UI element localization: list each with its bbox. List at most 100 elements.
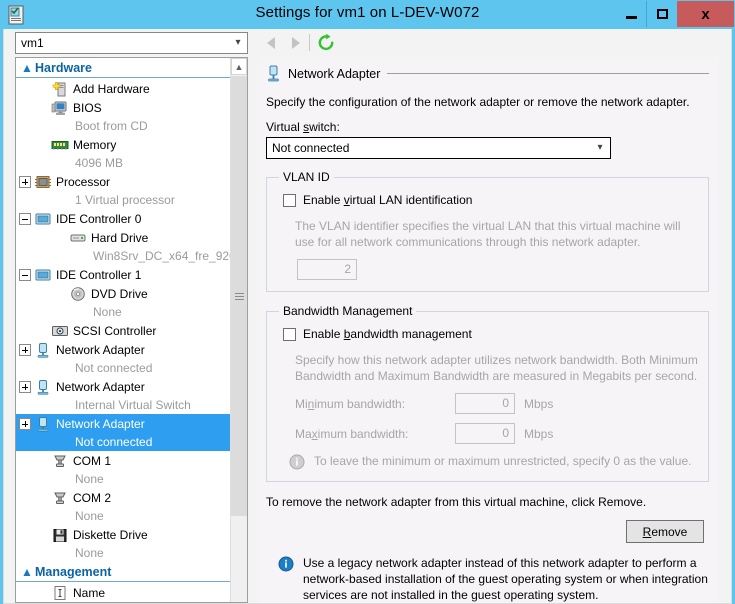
tree-node[interactable]: Processor1 Virtual processor	[16, 172, 230, 209]
dvd-drive-icon	[69, 286, 87, 302]
settings-window: Settings for vm1 on L-DEV-W072 x vm1 ▾	[0, 0, 735, 586]
tree-node-row[interactable]: IDE Controller 0	[16, 209, 230, 228]
legacy-adapter-note-row: Use a legacy network adapter instead of …	[278, 555, 709, 603]
tree-node[interactable]: IDE Controller 0	[16, 209, 230, 228]
tree-expander[interactable]	[19, 344, 31, 356]
close-icon: x	[701, 7, 709, 22]
chevron-right-icon	[292, 37, 300, 49]
tree-node[interactable]: IDE Controller 1	[16, 265, 230, 284]
tree-node-label: Name	[73, 586, 105, 600]
tree-node-row[interactable]: Network Adapter	[16, 340, 230, 359]
network-adapter-icon	[34, 416, 52, 432]
tree-node[interactable]: Hard DriveWin8Srv_DC_x64_fre_920...	[16, 228, 230, 265]
bandwidth-help-text: Specify how this network adapter utilize…	[295, 352, 698, 384]
tree-expander[interactable]	[19, 176, 31, 188]
tree-node[interactable]: Add Hardware	[16, 79, 230, 98]
tree-node[interactable]: Network AdapterNot connected	[16, 340, 230, 377]
tree-node-row[interactable]: BIOS	[16, 98, 230, 117]
tree-node-subtext: Boot from CD	[16, 117, 230, 135]
ide-controller-icon	[34, 211, 52, 227]
memory-icon	[51, 137, 69, 153]
tree-node-subtext: Win8Srv_DC_x64_fre_920...	[16, 247, 230, 265]
enable-vlan-row[interactable]: Enable virtual LAN identification	[283, 193, 698, 207]
vm-selector[interactable]: vm1 ▾	[15, 32, 248, 54]
tree-group-management[interactable]: ▲Management	[16, 562, 230, 582]
tree-expander[interactable]	[19, 418, 31, 430]
tree-node-row[interactable]: COM 1	[16, 451, 230, 470]
chevron-down-icon: ▾	[593, 143, 607, 153]
minimum-bandwidth-unit: Mbps	[524, 397, 553, 411]
com-port-icon	[51, 490, 69, 506]
tree-node-row[interactable]: SCSI Controller	[16, 321, 230, 340]
chevron-up-icon: ▲	[21, 565, 35, 579]
remove-button[interactable]: Remove	[626, 520, 704, 543]
vm-selector-value: vm1	[21, 36, 231, 50]
bandwidth-legend: Bandwidth Management	[279, 304, 416, 318]
scroll-up-button[interactable]: ▲	[231, 58, 247, 75]
tree-node-row[interactable]: Network Adapter	[16, 414, 230, 433]
tree-node[interactable]: SCSI Controller	[16, 321, 230, 340]
tree-group-label: Hardware	[35, 61, 92, 75]
tree-node-label: Network Adapter	[56, 380, 145, 394]
maximum-bandwidth-input[interactable]: 0	[455, 423, 515, 444]
section-header: Network Adapter	[266, 65, 709, 82]
tree-expander[interactable]	[19, 381, 31, 393]
tree-node[interactable]: COM 2None	[16, 488, 230, 525]
tree-scrollbar[interactable]: ▲	[230, 58, 247, 602]
tree-node-row[interactable]: IDE Controller 1	[16, 265, 230, 284]
client-area: vm1 ▾ ▲HardwareAdd HardwareBIOSBoot fro	[3, 29, 732, 604]
tree-collapser[interactable]	[19, 269, 31, 281]
info-icon	[289, 454, 305, 470]
tree-node[interactable]: DVD DriveNone	[16, 284, 230, 321]
tree-group-hardware[interactable]: ▲Hardware	[16, 58, 230, 78]
tree-node-row[interactable]: DVD Drive	[16, 284, 230, 303]
close-button[interactable]: x	[677, 1, 734, 27]
tree-node-row[interactable]: Add Hardware	[16, 79, 230, 98]
remove-button-row: Remove	[266, 520, 709, 543]
minimum-bandwidth-row: Minimum bandwidth: 0 Mbps	[295, 393, 698, 414]
tree-node[interactable]: Memory4096 MB	[16, 135, 230, 172]
scrollbar-thumb[interactable]	[231, 76, 247, 516]
tree-node[interactable]: Diskette DriveNone	[16, 525, 230, 562]
tree-collapser[interactable]	[19, 213, 31, 225]
minimum-bandwidth-input[interactable]: 0	[455, 393, 515, 414]
tree-node[interactable]: Network AdapterInternal Virtual Switch	[16, 377, 230, 414]
tree-node-row[interactable]: Hard Drive	[16, 228, 230, 247]
tree-node-row[interactable]: Diskette Drive	[16, 525, 230, 544]
tree-node-row[interactable]: Network Adapter	[16, 377, 230, 396]
tree-node-label: SCSI Controller	[73, 324, 156, 338]
refresh-icon	[316, 33, 336, 53]
tree-expander-placeholder	[36, 83, 48, 95]
tree-node-label: COM 1	[73, 454, 111, 468]
minimize-button[interactable]	[616, 1, 646, 27]
tree-node-label: Network Adapter	[56, 343, 145, 357]
tree-node-row[interactable]: Processor	[16, 172, 230, 191]
tree-node[interactable]: BIOSBoot from CD	[16, 98, 230, 135]
forward-button[interactable]	[287, 34, 305, 52]
tree-node[interactable]: Network AdapterNot connected	[16, 414, 230, 451]
enable-vlan-label: Enable virtual LAN identification	[303, 193, 472, 207]
maximum-bandwidth-row: Maximum bandwidth: 0 Mbps	[295, 423, 698, 444]
maximize-button[interactable]	[647, 1, 677, 27]
tree-node-row[interactable]: COM 2	[16, 488, 230, 507]
network-adapter-detail-pane: Network Adapter Specify the configuratio…	[260, 57, 719, 603]
tree-node[interactable]: COM 1None	[16, 451, 230, 488]
virtual-switch-select[interactable]: Not connected ▾	[266, 137, 611, 159]
enable-bandwidth-checkbox[interactable]	[283, 328, 296, 341]
maximize-icon	[657, 9, 668, 19]
hard-drive-icon	[69, 230, 87, 246]
enable-vlan-checkbox[interactable]	[283, 194, 296, 207]
back-button[interactable]	[262, 34, 280, 52]
processor-icon	[34, 174, 52, 190]
vlan-id-input[interactable]: 2	[297, 259, 357, 280]
tree-node-subtext: None	[16, 303, 230, 321]
tree-expander-placeholder	[36, 455, 48, 467]
hardware-tree[interactable]: ▲HardwareAdd HardwareBIOSBoot from CDMem…	[16, 58, 230, 602]
refresh-button[interactable]	[316, 33, 336, 53]
chevron-up-icon: ▲	[21, 61, 35, 75]
enable-bandwidth-row[interactable]: Enable bandwidth management	[283, 327, 698, 341]
tree-expander-placeholder	[36, 492, 48, 504]
bios-icon	[51, 100, 69, 116]
toolbar-divider	[309, 34, 310, 51]
tree-node-row[interactable]: Memory	[16, 135, 230, 154]
